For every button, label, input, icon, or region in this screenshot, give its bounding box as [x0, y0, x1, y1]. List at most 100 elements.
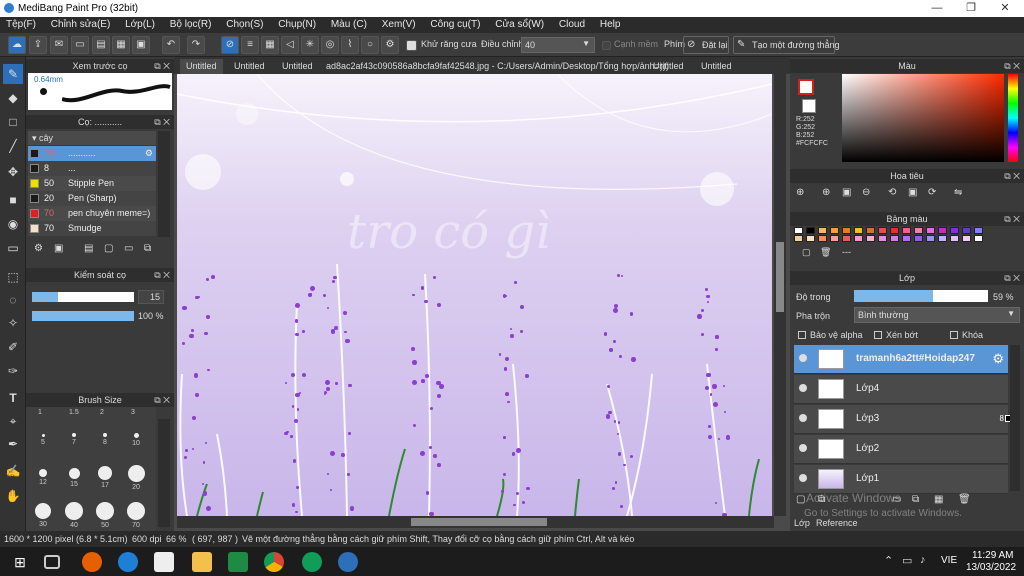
- brush-size-cell[interactable]: 40: [59, 495, 89, 531]
- menu-layer[interactable]: Lớp(L): [119, 17, 161, 30]
- tab-image-file[interactable]: ad8ac2af43c090586a8bcfa9faf42548.jpg - C…: [320, 59, 675, 74]
- palette-swatch[interactable]: [938, 227, 947, 234]
- palette-swatch[interactable]: [818, 235, 827, 242]
- layer-row[interactable]: Lớp3 8: [794, 405, 1012, 434]
- brush-list-item[interactable]: 70 Smudge: [28, 221, 156, 236]
- volume-icon[interactable]: ♪: [920, 554, 926, 566]
- primary-color-swatch[interactable]: [798, 79, 814, 95]
- eye-icon[interactable]: [799, 354, 807, 362]
- select-eraser-icon[interactable]: ✑: [3, 361, 23, 381]
- straight-line-button[interactable]: ✎ Tạo một đường thẳng: [733, 36, 839, 54]
- ellipse-snap-icon[interactable]: ○: [361, 36, 379, 54]
- palette-swatch[interactable]: [950, 227, 959, 234]
- smooth-checkbox[interactable]: [602, 41, 611, 50]
- brush-size-cell[interactable]: 70: [121, 495, 151, 531]
- snap-off-icon[interactable]: ⊘: [221, 36, 239, 54]
- palette-swatch[interactable]: [806, 235, 815, 242]
- palette-swatch[interactable]: [926, 227, 935, 234]
- palette-swatch[interactable]: [962, 235, 971, 242]
- zoom-out-icon[interactable]: ⊖: [862, 187, 870, 198]
- chrome-profile-icon[interactable]: [302, 552, 322, 572]
- clock-date[interactable]: 13/03/2022: [966, 562, 1016, 573]
- palette-swatch[interactable]: [914, 227, 923, 234]
- layer-row[interactable]: tramanh6a2tt#Hoidap247 ⚙: [794, 345, 1008, 374]
- brush-scrollbar[interactable]: [158, 131, 170, 237]
- tab-reference[interactable]: Reference: [816, 518, 858, 528]
- radial-snap-icon[interactable]: ✳: [301, 36, 319, 54]
- palette-swatch[interactable]: [926, 235, 935, 242]
- task-view-icon[interactable]: [44, 555, 60, 569]
- text-tool-icon[interactable]: T: [3, 388, 23, 408]
- brush-list-item[interactable]: 70 pen chuyên meme=): [28, 206, 156, 221]
- clipping-checkbox[interactable]: [874, 331, 882, 339]
- brush-list-item[interactable]: 8...: [28, 161, 156, 176]
- size-slider[interactable]: [32, 292, 134, 302]
- edge-icon[interactable]: [118, 552, 138, 572]
- color-saturation-picker[interactable]: [842, 74, 1004, 162]
- maximize-button[interactable]: ❐: [954, 0, 988, 17]
- palette-swatch[interactable]: [902, 227, 911, 234]
- redo-icon[interactable]: ↷: [187, 36, 205, 54]
- palette-swatch[interactable]: [794, 227, 803, 234]
- settings-gear-icon[interactable]: ⚙: [381, 36, 399, 54]
- brush-size-cell[interactable]: 17: [90, 457, 120, 493]
- line-tool-icon[interactable]: ╱: [3, 136, 23, 156]
- brush-settings-gear-icon[interactable]: ⚙: [145, 146, 153, 161]
- excel-icon[interactable]: [228, 552, 248, 572]
- merge-icon[interactable]: ⧉: [912, 494, 919, 505]
- menu-view[interactable]: Xem(V): [376, 17, 422, 30]
- brush-size-scrollbar[interactable]: [158, 419, 170, 527]
- palette-swatch[interactable]: [974, 227, 983, 234]
- rect-tool-icon[interactable]: □: [3, 112, 23, 132]
- palette-add-icon[interactable]: ▢: [802, 247, 811, 258]
- eraser-tool-icon[interactable]: ◆: [3, 88, 23, 108]
- brush-duplicate-icon[interactable]: ⧉: [144, 243, 151, 254]
- grid-icon[interactable]: ▦: [112, 36, 130, 54]
- palette-swatch[interactable]: [842, 227, 851, 234]
- layer-opacity-slider[interactable]: [854, 290, 988, 302]
- eye-icon[interactable]: [799, 474, 807, 482]
- zoom-in-2-icon[interactable]: ⊕: [822, 187, 830, 198]
- palette-swatch[interactable]: [866, 227, 875, 234]
- palette-swatch[interactable]: [830, 235, 839, 242]
- palette-swatch[interactable]: [938, 235, 947, 242]
- tab-untitled-1[interactable]: Untitled: [180, 59, 223, 74]
- brush-size-cell[interactable]: 7: [59, 419, 89, 455]
- palette-swatch[interactable]: [878, 227, 887, 234]
- lasso-icon[interactable]: ◌: [3, 290, 23, 310]
- palette-swatch[interactable]: [806, 227, 815, 234]
- new-layer-icon[interactable]: ▢: [796, 494, 805, 505]
- tab-untitled-4[interactable]: Untitled: [647, 59, 690, 74]
- clock-time[interactable]: 11:29 AM: [972, 550, 1014, 561]
- palette-swatch[interactable]: [830, 227, 839, 234]
- undo-icon[interactable]: ↶: [162, 36, 180, 54]
- brush-size-cell[interactable]: 15: [59, 457, 89, 493]
- eye-icon[interactable]: [799, 414, 807, 422]
- eyedropper-tool-icon[interactable]: ✒: [3, 434, 23, 454]
- curve-snap-icon[interactable]: ⌇: [341, 36, 359, 54]
- tab-untitled-2[interactable]: Untitled: [228, 59, 271, 74]
- palette-swatch[interactable]: [854, 235, 863, 242]
- palette-swatch[interactable]: [962, 227, 971, 234]
- reset-button[interactable]: ⊘ Đặt lại: [683, 36, 729, 54]
- magic-wand-icon[interactable]: ✧: [3, 313, 23, 333]
- language-indicator[interactable]: VIE: [941, 555, 957, 566]
- size-value[interactable]: 15: [138, 290, 164, 304]
- palette-swatch[interactable]: [890, 227, 899, 234]
- palette-swatch[interactable]: [878, 235, 887, 242]
- brush-group[interactable]: ▾ cây: [28, 131, 156, 145]
- tab-untitled-3[interactable]: Untitled: [276, 59, 319, 74]
- circle-snap-icon[interactable]: ◎: [321, 36, 339, 54]
- page-icon[interactable]: ▤: [92, 36, 110, 54]
- layer-row[interactable]: Lớp2: [794, 435, 1008, 464]
- comment-icon[interactable]: ✉: [50, 36, 68, 54]
- zoom-in-icon[interactable]: ⊕: [796, 187, 804, 198]
- brush-menu-icon[interactable]: ▣: [54, 243, 63, 254]
- hand-tool-icon[interactable]: ✋: [3, 486, 23, 506]
- blend-select[interactable]: Bình thường ▼: [854, 307, 1020, 323]
- brush-add-icon[interactable]: ⚙: [34, 243, 43, 254]
- palette-swatch[interactable]: [866, 235, 875, 242]
- file-explorer-icon[interactable]: [192, 552, 212, 572]
- windows-start-icon[interactable]: ⊞: [10, 552, 30, 572]
- canvas-hscroll[interactable]: [177, 516, 774, 528]
